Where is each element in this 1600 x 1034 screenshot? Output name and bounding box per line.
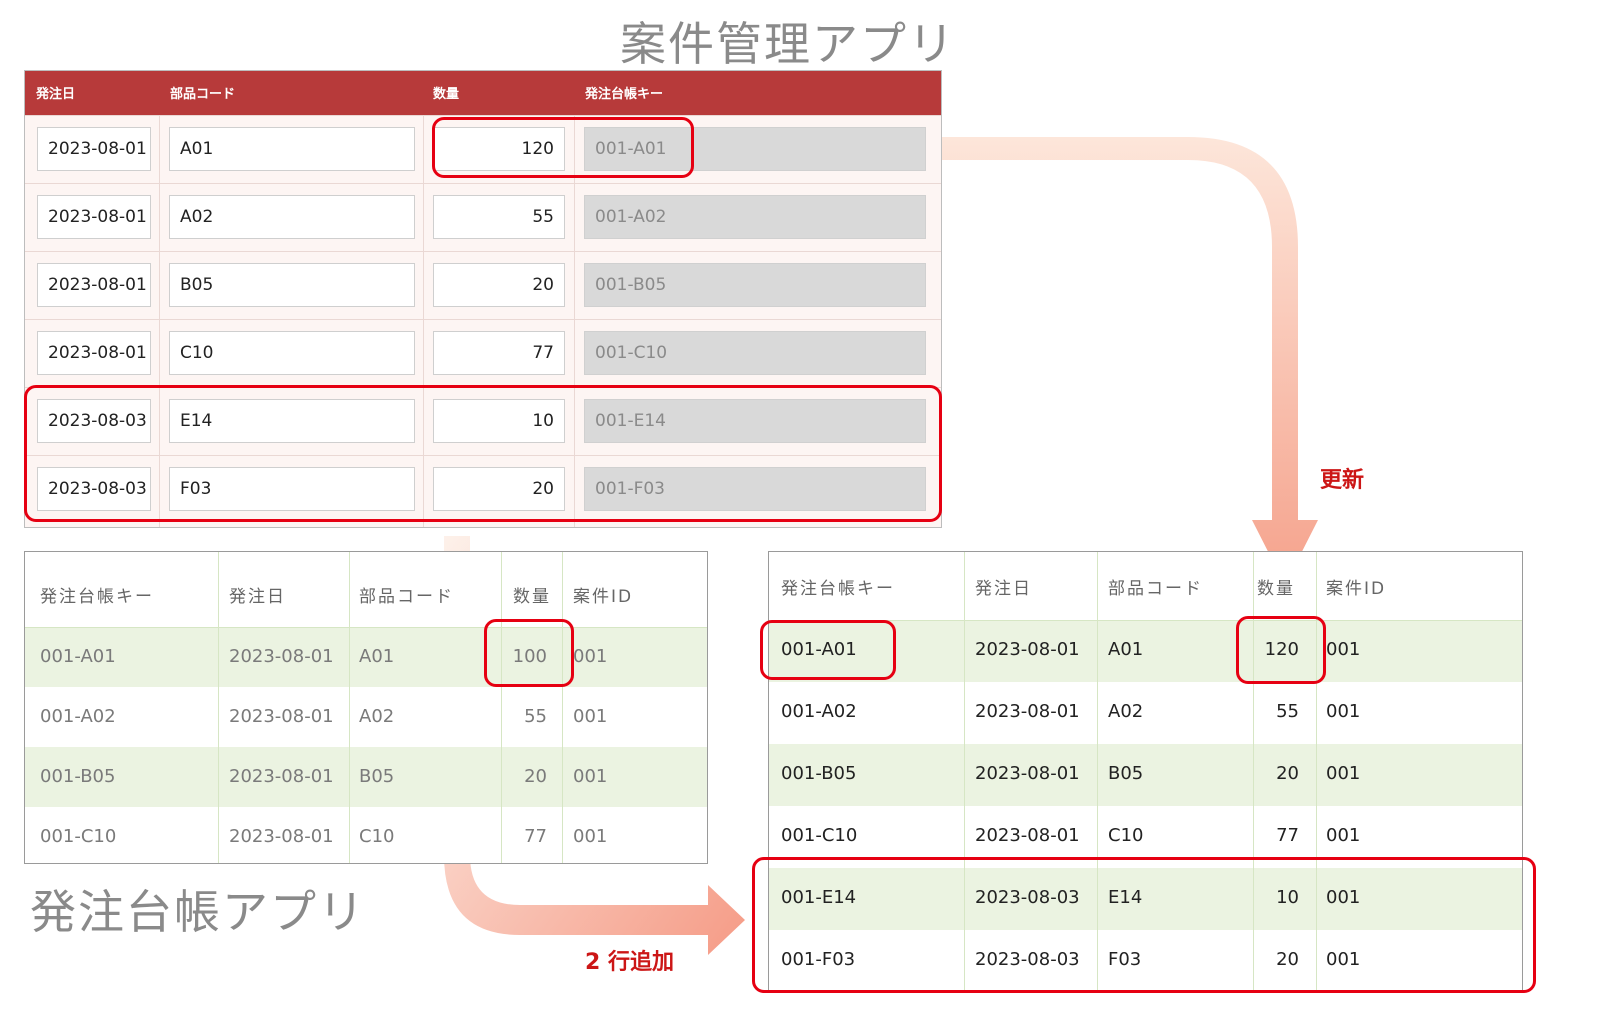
ledger-cell-project: 001: [1326, 825, 1361, 846]
date-input[interactable]: 2023-08-01: [37, 195, 151, 239]
ledger-cell-part: A02: [1108, 701, 1144, 722]
ledger-cell-key: 001-C10: [40, 826, 117, 847]
add-rows-label: 2 行追加: [585, 950, 674, 975]
ledger-cell-date: 2023-08-01: [975, 701, 1080, 722]
ledger-cell-part: A02: [359, 706, 395, 727]
part-code-input[interactable]: A02: [169, 195, 415, 239]
ledger-header-row: 発注台帳キー 発注日 部品コード 数量 案件ID: [25, 552, 707, 627]
ledger-cell-part: C10: [359, 826, 395, 847]
ledger-cell-date: 2023-08-01: [975, 639, 1080, 660]
quantity-input[interactable]: 55: [433, 195, 565, 239]
ledger-cell-qty: 77: [1276, 825, 1299, 846]
date-input[interactable]: 2023-08-01: [37, 263, 151, 307]
ledger-app-title: 発注台帳アプリ: [30, 885, 366, 939]
form-row: 2023-08-01 B05 20 001-B05: [25, 251, 941, 320]
ledger-cell-part: B05: [359, 766, 395, 787]
ledger-cell-key: 001-A02: [40, 706, 116, 727]
ledger-row: 001-C10 2023-08-01 C10 77 001: [25, 807, 707, 867]
ledger-row: 001-B05 2023-08-01 B05 20 001: [769, 744, 1522, 806]
ledger-cell-project: 001: [1326, 639, 1361, 660]
ledger-header-cell: 発注日: [975, 579, 1032, 599]
ledger-cell-project: 001: [1326, 701, 1361, 722]
ledger-cell-part: C10: [1108, 825, 1144, 846]
form-header-qty: 数量: [433, 87, 460, 102]
ledger-header-cell: 部品コード: [1108, 579, 1203, 599]
ledger-cell-key: 001-A02: [781, 701, 857, 722]
ledger-key-field: 001-A02: [584, 195, 926, 239]
ledger-cell-project: 001: [573, 766, 608, 787]
ledger-cell-qty: 20: [524, 766, 547, 787]
form-new-rows-highlight: [24, 385, 942, 522]
ledger-cell-key: 001-B05: [781, 763, 857, 784]
ledger-cell-project: 001: [1326, 763, 1361, 784]
part-code-input[interactable]: A01: [169, 127, 415, 171]
ledger-cell-project: 001: [573, 646, 608, 667]
ledger-row: 001-A02 2023-08-01 A02 55 001: [25, 687, 707, 747]
ledger-row: 001-A02 2023-08-01 A02 55 001: [769, 682, 1522, 744]
ledger-cell-date: 2023-08-01: [229, 646, 334, 667]
form-row: 2023-08-01 A02 55 001-A02: [25, 183, 941, 252]
project-app-title: 案件管理アプリ: [620, 17, 956, 71]
ledger-cell-date: 2023-08-01: [229, 706, 334, 727]
ledger-cell-part: B05: [1108, 763, 1144, 784]
ledger-cell-date: 2023-08-01: [975, 825, 1080, 846]
ledger-cell-project: 001: [573, 706, 608, 727]
ledger-after-key-highlight: [760, 620, 896, 680]
ledger-cell-key: 001-A01: [40, 646, 116, 667]
quantity-input[interactable]: 20: [433, 263, 565, 307]
form-header-key: 発注台帳キー: [585, 87, 664, 102]
ledger-after-qty-highlight: [1236, 616, 1326, 684]
form-header: 発注日 部品コード 数量 発注台帳キー: [25, 71, 941, 115]
date-input[interactable]: 2023-08-01: [37, 331, 151, 375]
ledger-key-field: 001-B05: [584, 263, 926, 307]
form-header-part: 部品コード: [170, 87, 236, 102]
ledger-after-new-rows-highlight: [752, 857, 1536, 993]
ledger-cell-key: 001-C10: [781, 825, 858, 846]
ledger-row: 001-B05 2023-08-01 B05 20 001: [25, 747, 707, 807]
ledger-cell-qty: 55: [1276, 701, 1299, 722]
ledger-header-cell: 部品コード: [359, 587, 454, 607]
ledger-header-cell: 案件ID: [1326, 579, 1387, 599]
form-row: 2023-08-01 C10 77 001-C10: [25, 319, 941, 388]
ledger-header-cell: 案件ID: [573, 587, 634, 607]
ledger-cell-project: 001: [573, 826, 608, 847]
ledger-row: 001-A01 2023-08-01 A01 100 001: [25, 627, 707, 687]
ledger-before-qty-highlight: [484, 619, 574, 687]
ledger-cell-part: A01: [1108, 639, 1144, 660]
ledger-header-cell: 発注台帳キー: [781, 579, 895, 599]
ledger-cell-date: 2023-08-01: [975, 763, 1080, 784]
quantity-input[interactable]: 77: [433, 331, 565, 375]
ledger-header-cell: 数量: [1257, 579, 1295, 599]
form-header-date: 発注日: [36, 87, 76, 102]
ledger-before-table: 発注台帳キー 発注日 部品コード 数量 案件ID 001-A01 2023-08-01 A01…: [24, 551, 708, 864]
update-label: 更新: [1320, 468, 1365, 493]
part-code-input[interactable]: C10: [169, 331, 415, 375]
ledger-header-row: 発注台帳キー 発注日 部品コード 数量 案件ID: [769, 552, 1522, 620]
ledger-header-cell: 発注日: [229, 587, 286, 607]
ledger-cell-part: A01: [359, 646, 395, 667]
ledger-cell-qty: 77: [524, 826, 547, 847]
form-qty-highlight: [432, 117, 694, 178]
part-code-input[interactable]: B05: [169, 263, 415, 307]
ledger-cell-key: 001-B05: [40, 766, 116, 787]
ledger-header-cell: 数量: [513, 587, 551, 607]
ledger-cell-qty: 20: [1276, 763, 1299, 784]
ledger-key-field: 001-C10: [584, 331, 926, 375]
ledger-cell-qty: 55: [524, 706, 547, 727]
ledger-cell-date: 2023-08-01: [229, 826, 334, 847]
date-input[interactable]: 2023-08-01: [37, 127, 151, 171]
ledger-header-cell: 発注台帳キー: [40, 587, 154, 607]
ledger-cell-date: 2023-08-01: [229, 766, 334, 787]
